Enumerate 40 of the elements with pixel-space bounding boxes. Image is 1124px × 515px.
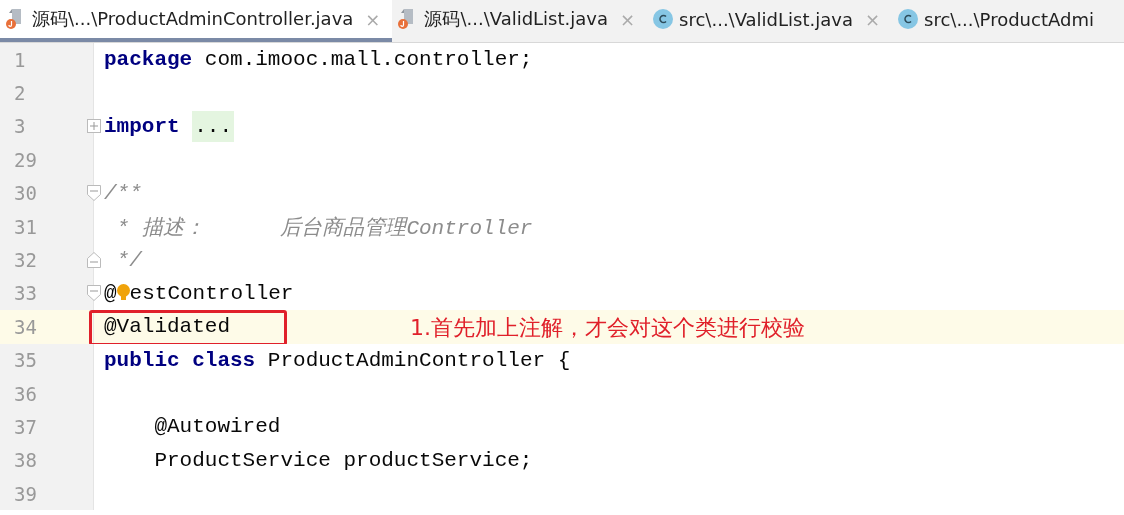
class-icon <box>653 9 674 29</box>
line-number: 38 <box>14 449 37 472</box>
code-text: @ <box>104 281 117 305</box>
editor-tab[interactable]: src\...\ValidList.java × <box>647 0 893 42</box>
line-number: 36 <box>14 382 37 405</box>
editor-tab[interactable]: src\...\ProductAdmi <box>892 0 1106 42</box>
collapse-icon[interactable] <box>87 252 101 269</box>
line-number: 32 <box>14 249 37 272</box>
code-keyword: public class <box>104 348 256 372</box>
annotation-text: 1.首先加上注解，才会对这个类进行校验 <box>410 314 805 343</box>
line-number: 35 <box>14 349 37 372</box>
line-number: 30 <box>14 182 37 205</box>
line-number: 37 <box>14 416 37 438</box>
code-text: com.imooc.mall.controller; <box>203 48 533 72</box>
code-comment: * 描述： 后台商品管理Controller <box>115 215 533 241</box>
class-icon <box>898 9 919 29</box>
code-comment: /** <box>104 181 142 205</box>
line-number: 39 <box>14 482 37 505</box>
collapse-icon[interactable] <box>87 285 101 302</box>
code-text: estController <box>129 281 294 305</box>
editor-tab[interactable]: 源码\...\ProductAdminController.java × <box>0 0 393 42</box>
line-number: 33 <box>14 282 37 305</box>
editor-tab[interactable]: 源码\...\ValidList.java × <box>392 0 648 42</box>
code-text: @Autowired <box>153 415 281 439</box>
folded-code[interactable]: ... <box>192 110 235 142</box>
line-number: 29 <box>14 148 37 171</box>
code-keyword: import <box>104 114 181 138</box>
code-text: ProductAdminController { <box>266 348 571 372</box>
line-number: 2 <box>14 82 26 105</box>
code-text: ProductService productService; <box>153 448 533 472</box>
lightbulb-icon[interactable] <box>116 284 130 303</box>
line-number: 31 <box>14 215 37 238</box>
expand-icon[interactable] <box>87 119 101 134</box>
code-text: @Validated <box>104 315 231 339</box>
collapse-icon[interactable] <box>87 185 101 202</box>
line-number: 1 <box>14 48 26 71</box>
line-number: 3 <box>14 115 26 138</box>
code-comment: */ <box>115 248 142 272</box>
line-number: 34 <box>14 315 37 338</box>
code-keyword: package <box>104 48 193 72</box>
